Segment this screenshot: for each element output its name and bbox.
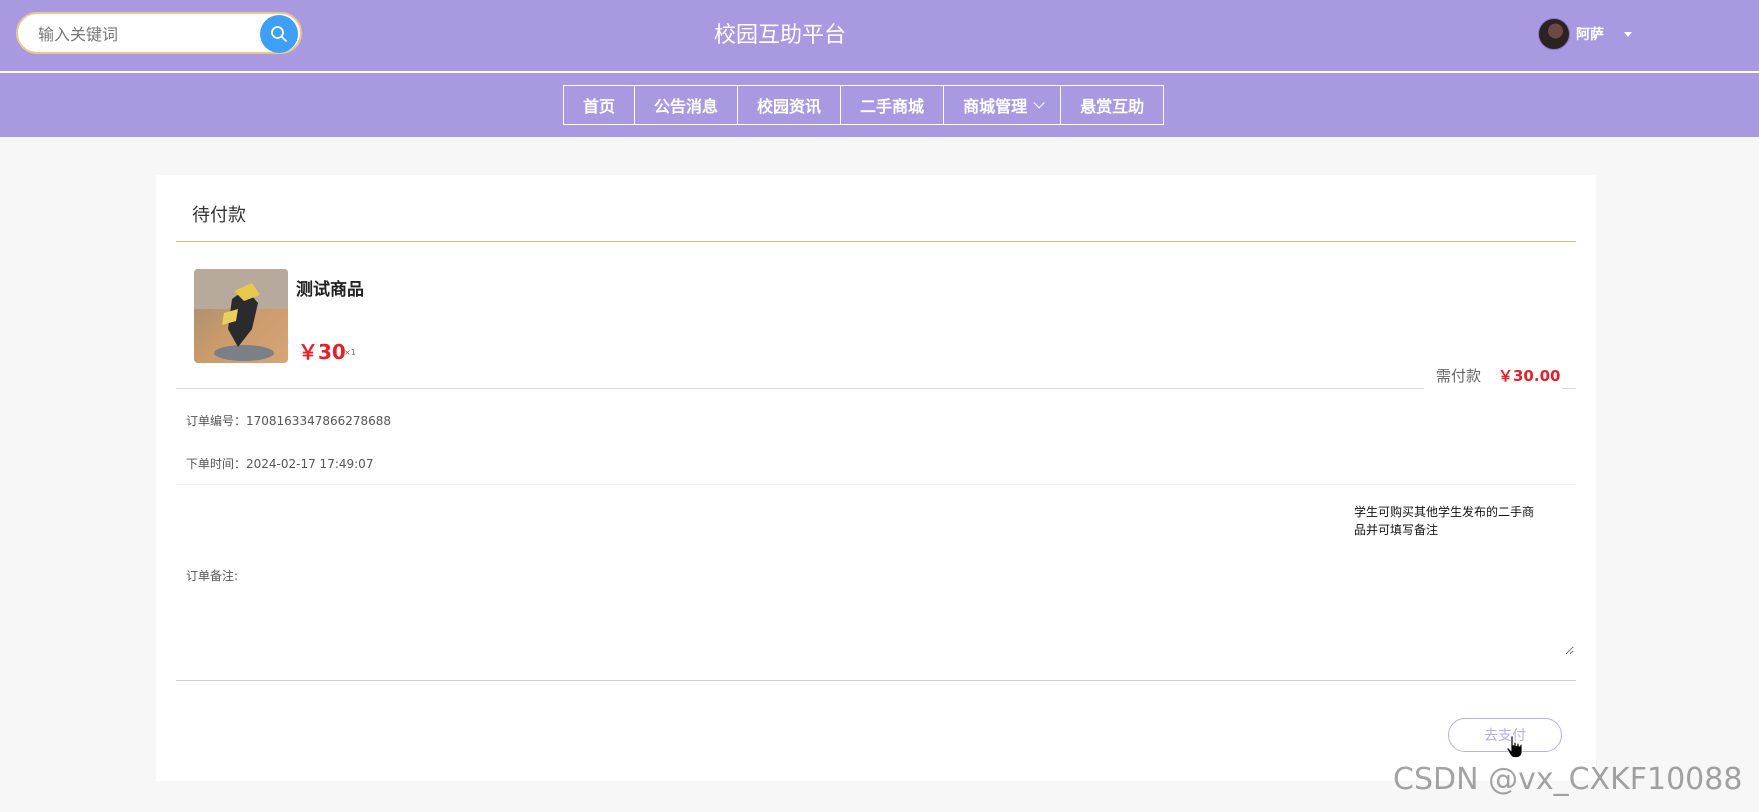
hand-cursor-icon	[1506, 735, 1523, 758]
caret-down-icon[interactable]	[1624, 31, 1632, 37]
divider	[176, 680, 1576, 681]
chevron-down-icon[interactable]	[1033, 97, 1045, 109]
divider	[176, 484, 1576, 485]
order-number: 订单编号：1708163347866278688	[186, 414, 392, 428]
nav-item-second-hand-mall[interactable]: 二手商城	[840, 85, 945, 125]
nav-item-home[interactable]: 首页	[563, 85, 636, 125]
nav-item-bounty-help[interactable]: 悬赏互助	[1060, 85, 1165, 125]
avatar[interactable]	[1538, 18, 1570, 50]
main-nav: 首页 公告消息 校园资讯 二手商城 商城管理 悬赏互助	[563, 85, 1165, 125]
pay-due-amount: ￥30.00	[1498, 367, 1561, 385]
remark-label: 订单备注:	[186, 569, 239, 583]
nav-item-campus-news[interactable]: 校园资讯	[737, 85, 842, 125]
nav-item-mall-management[interactable]: 商城管理	[943, 85, 1062, 125]
divider	[176, 388, 1424, 389]
product-name[interactable]: 测试商品	[296, 275, 364, 300]
order-card: 待付款 测试商品 ￥30 ×1 需付款 ￥30.00 订单编号：17081633…	[156, 175, 1596, 781]
search-button[interactable]	[260, 15, 298, 53]
pay-button[interactable]: 去支付	[1448, 718, 1562, 752]
divider	[176, 241, 1576, 242]
product-image[interactable]	[194, 269, 288, 363]
pay-due-label: 需付款	[1436, 367, 1482, 385]
search-input[interactable]	[36, 22, 260, 46]
username[interactable]: 阿萨	[1576, 24, 1604, 44]
product-photo	[194, 269, 288, 363]
search-box	[16, 12, 302, 54]
search-icon	[271, 26, 287, 42]
nav-item-announcements[interactable]: 公告消息	[634, 85, 739, 125]
remark-textarea[interactable]: 学生可购买其他学生发布的二手商品并可填写备注	[1354, 503, 1574, 655]
divider	[1562, 388, 1576, 389]
user-menu[interactable]: 阿萨	[1538, 18, 1632, 50]
product-price: ￥30	[298, 340, 346, 364]
order-time: 下单时间：2024-02-17 17:49:07	[186, 457, 374, 471]
order-status-title: 待付款	[192, 205, 246, 226]
nav-bar: 首页 公告消息 校园资讯 二手商城 商城管理 悬赏互助	[0, 73, 1759, 137]
product-quantity: ×1	[344, 348, 356, 357]
site-title: 校园互助平台	[713, 23, 846, 48]
watermark: CSDN @vx_CXKF10088	[1393, 762, 1743, 797]
top-header: 校园互助平台 阿萨	[0, 0, 1759, 73]
